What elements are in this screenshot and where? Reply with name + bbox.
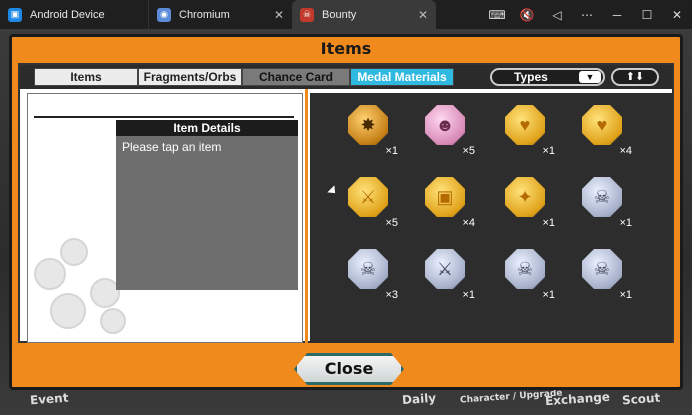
window-titlebar: ▣ Android Device ◉ Chromium ✕ ☠ Bounty ✕… — [0, 0, 692, 29]
dialog-title: Items — [320, 39, 372, 58]
sort-order-button[interactable]: ⬆⬇ — [611, 68, 659, 86]
medal-count: ×1 — [619, 289, 632, 301]
medal-item[interactable]: ☠ ×1 — [572, 245, 632, 303]
types-filter-dropdown[interactable]: Types ▼ — [490, 68, 605, 86]
tab-android-device[interactable]: ▣ Android Device — [0, 0, 148, 29]
back-icon[interactable]: ◁ — [542, 8, 572, 22]
tab-label: Android Device — [30, 8, 105, 21]
medal-count: ×4 — [462, 217, 475, 229]
medal-icon: ✦ — [505, 177, 545, 217]
medal-icon: ☠ — [505, 249, 545, 289]
medal-grid: ✸ ×1 ☻ ×5 ♥ ×1 ♥ ×4 ⚔ ×5 ▣ ×4 ✦ ×1 ☠ ×1 ☠ ×3 ⚔ ×1 ☠ ×1 ☠ ×1 — [310, 93, 672, 343]
medal-count: ×3 — [385, 289, 398, 301]
medal-icon: ♥ — [582, 105, 622, 145]
sort-arrows-icon: ⬆⬇ — [625, 71, 645, 83]
medal-item[interactable]: ☻ ×5 — [415, 101, 475, 159]
medal-count: ×4 — [619, 145, 632, 157]
item-details-panel: Item Details Please tap an item — [27, 93, 303, 343]
close-window-icon[interactable]: ✕ — [662, 8, 692, 22]
chromium-icon: ◉ — [157, 7, 171, 22]
medal-count: ×1 — [542, 217, 555, 229]
medal-item[interactable]: ✸ ×1 — [338, 101, 398, 159]
item-details-prompt: Please tap an item — [122, 140, 222, 154]
medal-item[interactable]: ♥ ×1 — [495, 101, 555, 159]
bounty-app-icon: ☠ — [300, 7, 314, 22]
panel-divider — [305, 89, 308, 343]
maximize-icon[interactable]: ☐ — [632, 8, 662, 22]
items-dialog: Items Items Fragments/Orbs Chance Card M… — [9, 34, 683, 390]
tab-label: Chromium — [179, 8, 230, 21]
more-icon[interactable]: ⋯ — [572, 8, 602, 22]
medal-item[interactable]: ♥ ×4 — [572, 101, 632, 159]
medal-icon: ♥ — [505, 105, 545, 145]
item-details-title: Item Details — [116, 120, 298, 136]
medal-icon: ☠ — [348, 249, 388, 289]
close-icon[interactable]: ✕ — [274, 8, 284, 22]
medal-item[interactable]: ▣ ×4 — [415, 173, 475, 231]
tab-medal-materials[interactable]: Medal Materials — [350, 68, 454, 86]
tab-fragments-orbs[interactable]: Fragments/Orbs — [138, 68, 242, 86]
mute-icon[interactable]: 🔇 — [512, 8, 542, 22]
medal-count: ×1 — [619, 217, 632, 229]
keyboard-icon[interactable]: ⌨ — [482, 8, 512, 22]
medal-item[interactable]: ⚔ ×1 — [415, 245, 475, 303]
nav-event[interactable]: Event — [30, 391, 69, 408]
medal-icon: ☻ — [425, 105, 465, 145]
medal-count: ×5 — [385, 217, 398, 229]
medal-icon: ⚔ — [348, 177, 388, 217]
minimize-icon[interactable]: ─ — [602, 8, 632, 22]
window-controls: ⌨ 🔇 ◁ ⋯ ─ ☐ ✕ — [482, 0, 692, 29]
dialog-inner: Items Fragments/Orbs Chance Card Medal M… — [18, 63, 674, 343]
tab-label: Bounty — [322, 8, 357, 21]
medal-icon: ✸ — [348, 105, 388, 145]
medal-count: ×1 — [542, 145, 555, 157]
medal-count: ×1 — [385, 145, 398, 157]
close-icon[interactable]: ✕ — [418, 8, 428, 22]
medal-icon: ▣ — [425, 177, 465, 217]
medal-item[interactable]: ☠ ×1 — [572, 173, 632, 231]
medal-item[interactable]: ☠ ×1 — [495, 245, 555, 303]
bottom-nav: Event Daily Character / Upgrade Exchange… — [0, 388, 692, 415]
tab-chromium[interactable]: ◉ Chromium ✕ — [148, 0, 292, 29]
tab-chance-card[interactable]: Chance Card — [242, 68, 350, 86]
tab-bounty[interactable]: ☠ Bounty ✕ — [292, 0, 436, 29]
chevron-down-icon: ▼ — [579, 71, 601, 83]
medal-icon: ⚔ — [425, 249, 465, 289]
nav-scout[interactable]: Scout — [622, 391, 661, 408]
medal-item[interactable]: ✦ ×1 — [495, 173, 555, 231]
item-details-box: Item Details Please tap an item — [116, 120, 298, 290]
android-device-icon: ▣ — [8, 7, 22, 22]
tab-items[interactable]: Items — [34, 68, 138, 86]
medal-count: ×1 — [462, 289, 475, 301]
types-label: Types — [514, 70, 548, 84]
medal-icon: ☠ — [582, 177, 622, 217]
medal-item[interactable]: ☠ ×3 — [338, 245, 398, 303]
medal-item[interactable]: ⚔ ×5 — [338, 173, 398, 231]
medal-count: ×1 — [542, 289, 555, 301]
medal-icon: ☠ — [582, 249, 622, 289]
nav-daily[interactable]: Daily — [402, 391, 437, 407]
close-button[interactable]: Close — [294, 353, 404, 385]
divider — [34, 116, 294, 118]
category-tabs: Items Fragments/Orbs Chance Card Medal M… — [20, 65, 672, 89]
medal-count: ×5 — [462, 145, 475, 157]
